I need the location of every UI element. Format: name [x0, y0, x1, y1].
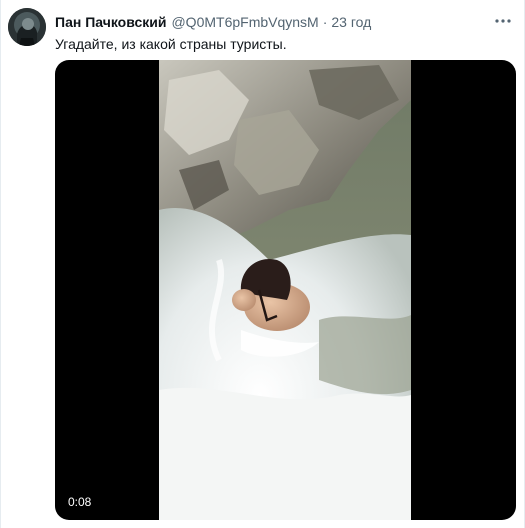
video-frame[interactable] [159, 60, 411, 520]
video-frame-image [159, 60, 411, 520]
avatar-image [8, 8, 46, 46]
tweet-time[interactable]: 23 год [331, 12, 371, 32]
display-name[interactable]: Пан Пачковский [55, 12, 166, 32]
user-handle[interactable]: @Q0MT6pFmbVqynsM [171, 12, 318, 32]
separator-dot: · [322, 14, 328, 30]
tweet-text: Угадайте, из какой страны туристы. [55, 36, 287, 52]
video-player[interactable]: 0:08 [55, 60, 516, 520]
more-horizontal-icon[interactable] [492, 10, 514, 32]
avatar[interactable] [8, 8, 46, 46]
tweet-card[interactable]: Пан Пачковский @Q0MT6pFmbVqynsM · 23 год… [0, 0, 525, 528]
video-timestamp: 0:08 [64, 493, 96, 511]
tweet-header: Пан Пачковский @Q0MT6pFmbVqynsM · 23 год [55, 12, 371, 32]
